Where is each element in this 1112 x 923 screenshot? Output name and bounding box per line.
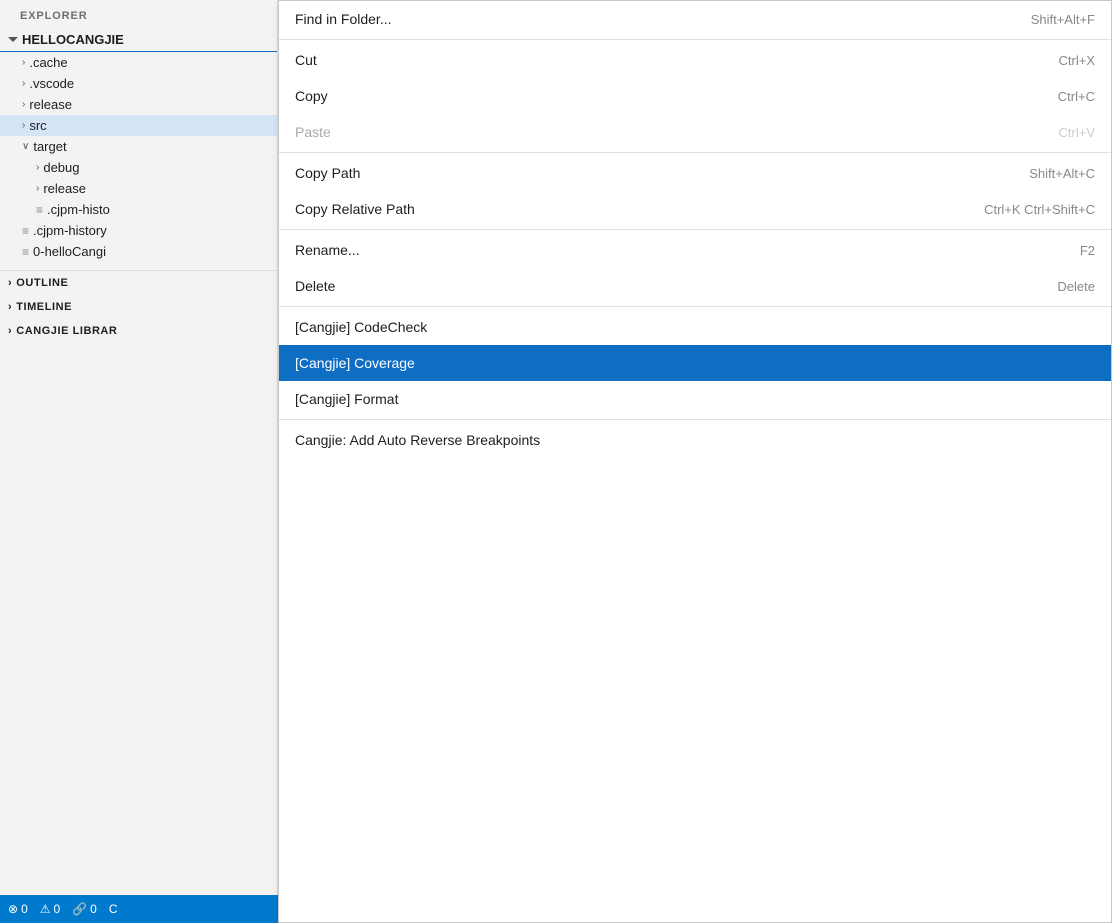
menu-label: Delete xyxy=(295,278,335,294)
separator xyxy=(279,229,1111,230)
status-bar: ⊗ 0 ⚠ 0 🔗 0 C xyxy=(0,895,278,923)
menu-item-delete[interactable]: Delete Delete xyxy=(279,268,1111,304)
menu-item-cangjie-format[interactable]: [Cangjie] Format xyxy=(279,381,1111,417)
folder-label: target xyxy=(33,139,66,154)
explorer-title: EXPLORER xyxy=(0,0,277,28)
sidebar-item-cangjie-lib[interactable]: › CANGJIE LIBRAR xyxy=(0,319,277,343)
folder-label: .vscode xyxy=(29,76,74,91)
file-icon: ≡ xyxy=(22,245,29,259)
sidebar-item-0-hellocangi[interactable]: ≡ 0-helloCangi xyxy=(0,241,277,262)
menu-label: Paste xyxy=(295,124,331,140)
cangjie-lib-label: CANGJIE LIBRAR xyxy=(16,325,117,337)
menu-label: Copy Path xyxy=(295,165,360,181)
menu-label: Cut xyxy=(295,52,317,68)
menu-label: Copy Relative Path xyxy=(295,201,415,217)
error-icon: ⊗ xyxy=(8,902,18,916)
sidebar-item-target-release[interactable]: › release xyxy=(0,178,277,199)
file-icon: ≡ xyxy=(36,203,43,217)
file-icon: ≡ xyxy=(22,224,29,238)
menu-shortcut: Ctrl+C xyxy=(1058,89,1095,104)
menu-label: Find in Folder... xyxy=(295,11,392,27)
warning-count[interactable]: ⚠ 0 xyxy=(40,902,60,916)
sidebar-item-vscode[interactable]: › .vscode xyxy=(0,73,277,94)
extra-status: C xyxy=(109,902,118,916)
chevron-right-icon: › xyxy=(22,99,25,110)
chevron-right-icon: › xyxy=(22,120,25,131)
chevron-right-icon: › xyxy=(8,325,12,337)
menu-shortcut: Ctrl+V xyxy=(1059,125,1095,140)
menu-shortcut: Shift+Alt+C xyxy=(1029,166,1095,181)
menu-item-copy-path[interactable]: Copy Path Shift+Alt+C xyxy=(279,155,1111,191)
menu-label: Cangjie: Add Auto Reverse Breakpoints xyxy=(295,432,540,448)
sidebar: EXPLORER HELLOCANGJIE › .cache › .vscode… xyxy=(0,0,278,923)
timeline-label: TIMELINE xyxy=(16,301,72,313)
sidebar-item-timeline[interactable]: › TIMELINE xyxy=(0,295,277,319)
menu-item-paste[interactable]: Paste Ctrl+V xyxy=(279,114,1111,150)
outline-label: OUTLINE xyxy=(16,277,68,289)
chevron-right-icon: › xyxy=(36,183,39,194)
chevron-down-icon: ∨ xyxy=(22,141,29,152)
menu-shortcut: Ctrl+X xyxy=(1059,53,1095,68)
menu-shortcut: F2 xyxy=(1080,243,1095,258)
chevron-right-icon: › xyxy=(22,78,25,89)
chevron-right-icon: › xyxy=(8,301,12,313)
sidebar-item-cache[interactable]: › .cache xyxy=(0,52,277,73)
menu-item-cut[interactable]: Cut Ctrl+X xyxy=(279,42,1111,78)
error-count[interactable]: ⊗ 0 xyxy=(8,902,28,916)
sidebar-item-release[interactable]: › release xyxy=(0,94,277,115)
menu-item-copy[interactable]: Copy Ctrl+C xyxy=(279,78,1111,114)
folder-label: release xyxy=(29,97,72,112)
menu-label: [Cangjie] Format xyxy=(295,391,398,407)
project-root[interactable]: HELLOCANGJIE xyxy=(0,28,277,52)
folder-label: src xyxy=(29,118,46,133)
warning-icon: ⚠ xyxy=(40,902,51,916)
sidebar-item-target[interactable]: ∨ target xyxy=(0,136,277,157)
sidebar-item-outline[interactable]: › OUTLINE xyxy=(0,271,277,295)
menu-label: [Cangjie] Coverage xyxy=(295,355,415,371)
menu-item-cangjie-codecheck[interactable]: [Cangjie] CodeCheck xyxy=(279,309,1111,345)
menu-label: Copy xyxy=(295,88,328,104)
sidebar-item-cjpm-history[interactable]: ≡ .cjpm-history xyxy=(0,220,277,241)
separator xyxy=(279,39,1111,40)
menu-label: Rename... xyxy=(295,242,360,258)
separator xyxy=(279,419,1111,420)
separator xyxy=(279,306,1111,307)
menu-item-cangjie-coverage[interactable]: [Cangjie] Coverage xyxy=(279,345,1111,381)
menu-label: [Cangjie] CodeCheck xyxy=(295,319,427,335)
chevron-right-icon: › xyxy=(22,57,25,68)
sidebar-item-cjpm-histo[interactable]: ≡ .cjpm-histo xyxy=(0,199,277,220)
folder-label: .cache xyxy=(29,55,67,70)
sidebar-item-src[interactable]: › src xyxy=(0,115,277,136)
menu-shortcut: Shift+Alt+F xyxy=(1031,12,1095,27)
chevron-right-icon: › xyxy=(8,277,12,289)
file-label: .cjpm-history xyxy=(33,223,107,238)
separator xyxy=(279,152,1111,153)
folder-label: debug xyxy=(43,160,79,175)
file-label: 0-helloCangi xyxy=(33,244,106,259)
menu-item-cangjie-breakpoints[interactable]: Cangjie: Add Auto Reverse Breakpoints xyxy=(279,422,1111,458)
context-menu: Find in Folder... Shift+Alt+F Cut Ctrl+X… xyxy=(278,0,1112,923)
menu-item-rename[interactable]: Rename... F2 xyxy=(279,232,1111,268)
folder-label: release xyxy=(43,181,86,196)
menu-shortcut: Ctrl+K Ctrl+Shift+C xyxy=(984,202,1095,217)
signal-icon: 🔗 xyxy=(72,902,87,916)
file-label: .cjpm-histo xyxy=(47,202,110,217)
menu-shortcut: Delete xyxy=(1057,279,1095,294)
sidebar-item-debug[interactable]: › debug xyxy=(0,157,277,178)
project-chevron-icon xyxy=(8,37,18,42)
chevron-right-icon: › xyxy=(36,162,39,173)
signal-count[interactable]: 🔗 0 xyxy=(72,902,97,916)
menu-item-copy-relative-path[interactable]: Copy Relative Path Ctrl+K Ctrl+Shift+C xyxy=(279,191,1111,227)
menu-item-find-in-folder[interactable]: Find in Folder... Shift+Alt+F xyxy=(279,1,1111,37)
project-name: HELLOCANGJIE xyxy=(22,32,124,47)
